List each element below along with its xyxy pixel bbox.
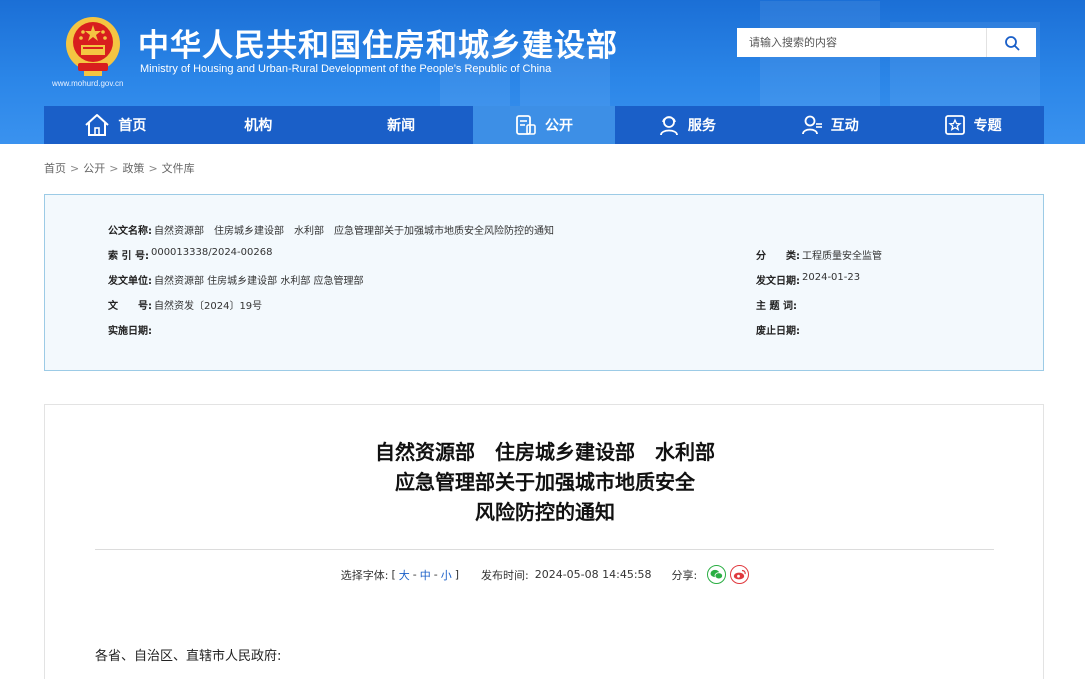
service-user-icon	[659, 116, 678, 136]
meta-category: 分 类: 工程质量安全监管	[756, 247, 882, 262]
meta-index-value: 000013338/2024-00268	[150, 247, 273, 258]
nav-item-home[interactable]: 首页	[44, 106, 187, 144]
breadcrumb-public[interactable]: 公开	[83, 162, 105, 175]
article-divider	[95, 549, 994, 550]
nav-label-interact: 互动	[830, 118, 859, 134]
breadcrumb-separator: >	[148, 162, 158, 175]
share-label: 分享:	[671, 568, 698, 582]
nav-label-home: 首页	[118, 118, 147, 134]
meta-category-label: 分 类:	[756, 251, 800, 262]
meta-issue-date: 发文日期: 2024-01-23	[756, 272, 860, 287]
font-size-large-button[interactable]: 大	[399, 567, 410, 583]
meta-expiry-date-label: 废止日期:	[756, 326, 800, 337]
meta-keywords: 主 题 词:	[756, 297, 799, 312]
publish-time-value: 2024-05-08 14:45:58	[534, 568, 652, 581]
document-meta-box: 公文名称: 自然资源部 住房城乡建设部 水利部 应急管理部关于加强城市地质安全风…	[44, 194, 1044, 371]
weibo-share-icon[interactable]	[730, 565, 750, 584]
meta-doc-number-value: 自然资发〔2024〕19号	[154, 301, 263, 312]
font-size-bracket-open: [	[391, 568, 396, 581]
breadcrumb: 首页 > 公开 > 政策 > 文件库	[44, 160, 195, 176]
meta-category-value: 工程质量安全监管	[802, 251, 882, 262]
meta-doc-name: 公文名称: 自然资源部 住房城乡建设部 水利部 应急管理部关于加强城市地质安全风…	[108, 222, 554, 237]
nav-label-service: 服务	[687, 118, 716, 134]
article-info-bar: 选择字体: [ 大 - 中 - 小 ] 发布时间: 2024-05-08 14:…	[45, 565, 1045, 584]
article-title-line-2: 应急管理部关于加强城市地质安全	[395, 470, 695, 494]
font-size-separator: -	[433, 568, 438, 581]
main-nav: 首页 机构 新闻 公开 服务 互动 专题	[44, 106, 1044, 144]
meta-doc-number: 文 号: 自然资发〔2024〕19号	[108, 297, 262, 312]
weibo-glyph	[734, 569, 746, 580]
breadcrumb-separator: >	[70, 162, 80, 175]
meta-issuer: 发文单位: 自然资源部 住房城乡建设部 水利部 应急管理部	[108, 272, 364, 287]
meta-doc-name-label: 公文名称:	[108, 226, 152, 237]
font-size-separator: -	[412, 568, 417, 581]
nav-label-news: 新闻	[387, 118, 416, 134]
document-icon	[516, 115, 536, 135]
national-emblem-icon[interactable]	[64, 15, 122, 77]
breadcrumb-library[interactable]: 文件库	[162, 162, 195, 175]
nav-label-organization: 机构	[244, 118, 273, 134]
publish-time-label: 发布时间:	[481, 568, 529, 582]
search-button[interactable]	[986, 28, 1036, 57]
meta-effective-date: 实施日期:	[108, 322, 154, 337]
meta-doc-number-label: 文 号:	[108, 301, 152, 312]
article-salutation: 各省、自治区、直辖市人民政府:	[95, 649, 282, 664]
article-title-line-1: 自然资源部 住房城乡建设部 水利部	[375, 440, 715, 464]
meta-doc-name-value: 自然资源部 住房城乡建设部 水利部 应急管理部关于加强城市地质安全风险防控的通知	[154, 226, 554, 237]
article-title-line-3: 风险防控的通知	[475, 500, 615, 524]
nav-label-topics: 专题	[973, 118, 1002, 134]
nav-item-interact[interactable]: 互动	[758, 106, 901, 144]
meta-expiry-date: 废止日期:	[756, 322, 802, 337]
breadcrumb-separator: >	[109, 162, 119, 175]
meta-keywords-label: 主 题 词:	[756, 301, 797, 312]
nav-item-news[interactable]: 新闻	[330, 106, 473, 144]
wechat-glyph	[710, 569, 724, 580]
article-container: 自然资源部 住房城乡建设部 水利部 应急管理部关于加强城市地质安全 风险防控的通…	[44, 404, 1044, 679]
nav-label-public: 公开	[545, 118, 573, 134]
search-icon	[1004, 35, 1019, 50]
nav-item-service[interactable]: 服务	[615, 106, 758, 144]
meta-issuer-label: 发文单位:	[108, 276, 152, 287]
nav-item-topics[interactable]: 专题	[901, 106, 1044, 144]
wechat-share-icon[interactable]	[707, 565, 727, 584]
breadcrumb-policy[interactable]: 政策	[122, 162, 144, 175]
meta-effective-date-label: 实施日期:	[108, 326, 152, 337]
meta-issue-date-value: 2024-01-23	[802, 272, 861, 283]
meta-index: 索 引 号: 000013338/2024-00268	[108, 247, 272, 262]
font-size-label: 选择字体:	[340, 568, 389, 582]
meta-index-label: 索 引 号:	[108, 251, 149, 262]
site-url: www.mohurd.gov.cn	[52, 79, 124, 88]
star-board-icon	[944, 115, 965, 135]
nav-item-organization[interactable]: 机构	[187, 106, 330, 144]
site-title[interactable]: 中华人民共和国住房和城乡建设部	[138, 20, 618, 65]
search-input[interactable]	[737, 28, 987, 57]
interact-user-icon	[801, 115, 822, 135]
font-size-small-button[interactable]: 小	[441, 567, 452, 583]
meta-issuer-value: 自然资源部 住房城乡建设部 水利部 应急管理部	[154, 276, 364, 287]
site-subtitle: Ministry of Housing and Urban-Rural Deve…	[140, 63, 552, 75]
font-size-medium-button[interactable]: 中	[420, 567, 431, 583]
breadcrumb-home[interactable]: 首页	[44, 162, 66, 175]
home-icon	[85, 114, 110, 136]
font-size-bracket-close: ]	[454, 568, 459, 581]
meta-issue-date-label: 发文日期:	[756, 276, 800, 287]
nav-item-public[interactable]: 公开	[472, 106, 616, 144]
